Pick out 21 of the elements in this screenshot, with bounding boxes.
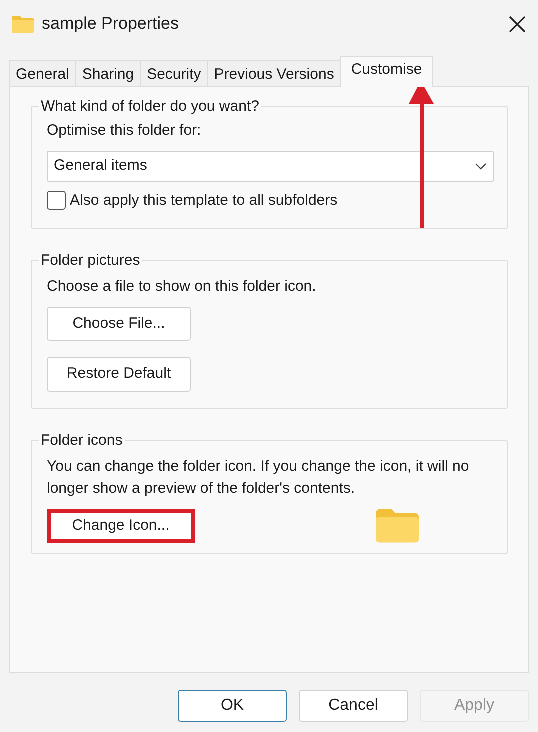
checkbox[interactable] — [47, 191, 66, 210]
button[interactable]: Choose File... — [47, 306, 191, 341]
folder-icon — [376, 508, 419, 543]
group-title: What kind of folder do you want? — [40, 99, 260, 114]
dropdown[interactable]: General items — [47, 150, 494, 182]
group-title: Folder icons — [40, 432, 124, 448]
button[interactable]: Cancel — [299, 690, 408, 722]
description-text: Choose a file to show on this folder icon. — [47, 277, 318, 297]
caret-icon — [475, 162, 487, 170]
group-title: Folder pictures — [40, 253, 142, 268]
button[interactable]: Restore Default — [47, 357, 191, 392]
field-label: Optimise this folder for: — [47, 121, 202, 141]
button[interactable]: Change Icon... — [47, 508, 195, 543]
tab[interactable]: Customise — [340, 56, 434, 87]
description-text: You can change the folder icon. If you change the icon, it will no longer show a preview of the folder's contents. — [47, 456, 470, 499]
tab[interactable]: General — [9, 60, 76, 86]
window-title: sample Properties — [42, 13, 180, 36]
button[interactable]: OK — [178, 690, 287, 722]
close-button[interactable] — [509, 16, 526, 32]
folder-icon — [12, 16, 34, 32]
checkbox-label: Also apply this template to all subfolders — [70, 190, 338, 210]
